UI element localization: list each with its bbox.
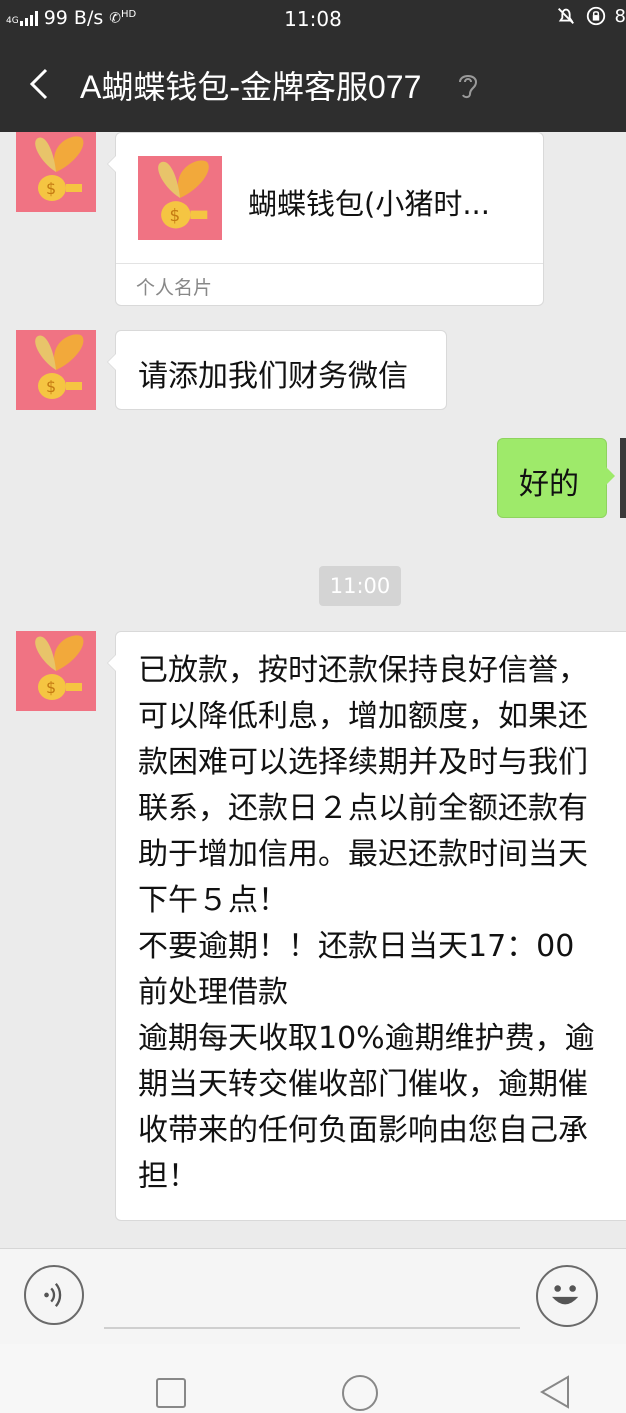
message-line: 款困难可以选择续期并及时与我们 — [138, 745, 588, 780]
message-line: 期当天转交催收部门催收，逾期催 — [138, 1067, 588, 1102]
message-line: 联系，还款日２点以前全额还款有 — [138, 791, 588, 826]
status-right: 8 — [555, 5, 626, 27]
card-divider — [116, 263, 543, 264]
card-contact-name: 蝴蝶钱包(小猪时... — [248, 187, 490, 221]
my-avatar[interactable] — [620, 438, 626, 518]
svg-text:$: $ — [46, 179, 56, 198]
back-arrow-icon[interactable] — [22, 66, 58, 102]
message-line: 下午５点！ — [138, 883, 288, 918]
message-line: 已放款，按时还款保持良好信誉， — [138, 653, 588, 688]
system-nav-bar — [0, 1344, 626, 1413]
svg-text:$: $ — [46, 377, 56, 396]
my-message-bubble[interactable]: 好的 — [497, 438, 615, 518]
message-input[interactable] — [104, 1327, 520, 1329]
rotation-lock-icon — [586, 6, 605, 26]
message-line: 前处理借款 — [138, 975, 288, 1010]
recent-apps-button[interactable] — [156, 1378, 186, 1408]
message-line: 助于增加信用。最迟还款时间当天 — [138, 837, 588, 872]
chat-area[interactable]: $ $ 蝴蝶钱包(小猪时... 个人名片 $ 请添加我们财务微信 好的 11:0… — [0, 132, 626, 1248]
message-line: 收带来的任何负面影响由您自己承 — [138, 1113, 588, 1148]
svg-text:$: $ — [170, 205, 181, 225]
card-avatar: $ — [138, 156, 222, 240]
message-line: 逾期每天收取10%逾期维护费，逾 — [138, 1021, 595, 1056]
back-triangle-icon[interactable] — [538, 1374, 572, 1410]
butterfly-logo-icon: $ — [16, 631, 96, 711]
contact-avatar[interactable]: $ — [16, 330, 96, 410]
message-line: 不要逾期！！还款日当天17：00 — [138, 929, 575, 964]
status-bar: 4G 99 B/s ✆HD 11:08 8 — [0, 0, 626, 38]
emoji-button[interactable] — [536, 1265, 598, 1327]
long-message-bubble[interactable]: 已放款，按时还款保持良好信誉， 可以降低利息，增加额度，如果还 款困难可以选择续… — [107, 631, 626, 1221]
contact-card[interactable]: $ 蝴蝶钱包(小猪时... 个人名片 — [107, 132, 544, 306]
card-type-label: 个人名片 — [136, 277, 213, 299]
battery-indicator: 8 — [614, 5, 626, 27]
message-line: 担！ — [138, 1159, 198, 1194]
message-text: 好的 — [519, 467, 579, 502]
chat-header: A蝴蝶钱包-金牌客服077 — [0, 38, 626, 132]
mute-bell-icon — [557, 8, 574, 24]
smiley-face-icon — [552, 1285, 579, 1305]
svg-text:$: $ — [46, 678, 56, 697]
butterfly-logo-icon: $ — [16, 132, 96, 212]
voice-wave-icon — [44, 1283, 62, 1307]
contact-avatar[interactable]: $ — [16, 132, 96, 212]
butterfly-logo-icon: $ — [16, 330, 96, 410]
message-bubble[interactable]: 请添加我们财务微信 — [107, 330, 447, 410]
butterfly-logo-icon: $ — [138, 156, 222, 240]
message-line: 可以降低利息，增加额度，如果还 — [138, 699, 588, 734]
message-text: 请添加我们财务微信 — [138, 359, 408, 394]
voice-input-button[interactable] — [24, 1265, 84, 1325]
input-bar — [0, 1248, 626, 1345]
status-time: 11:08 — [284, 7, 342, 31]
chat-title[interactable]: A蝴蝶钱包-金牌客服077 — [80, 62, 421, 108]
home-button[interactable] — [342, 1375, 378, 1411]
ear-icon — [459, 75, 478, 99]
contact-avatar[interactable]: $ — [16, 631, 96, 711]
message-timestamp: 11:00 — [319, 566, 401, 606]
